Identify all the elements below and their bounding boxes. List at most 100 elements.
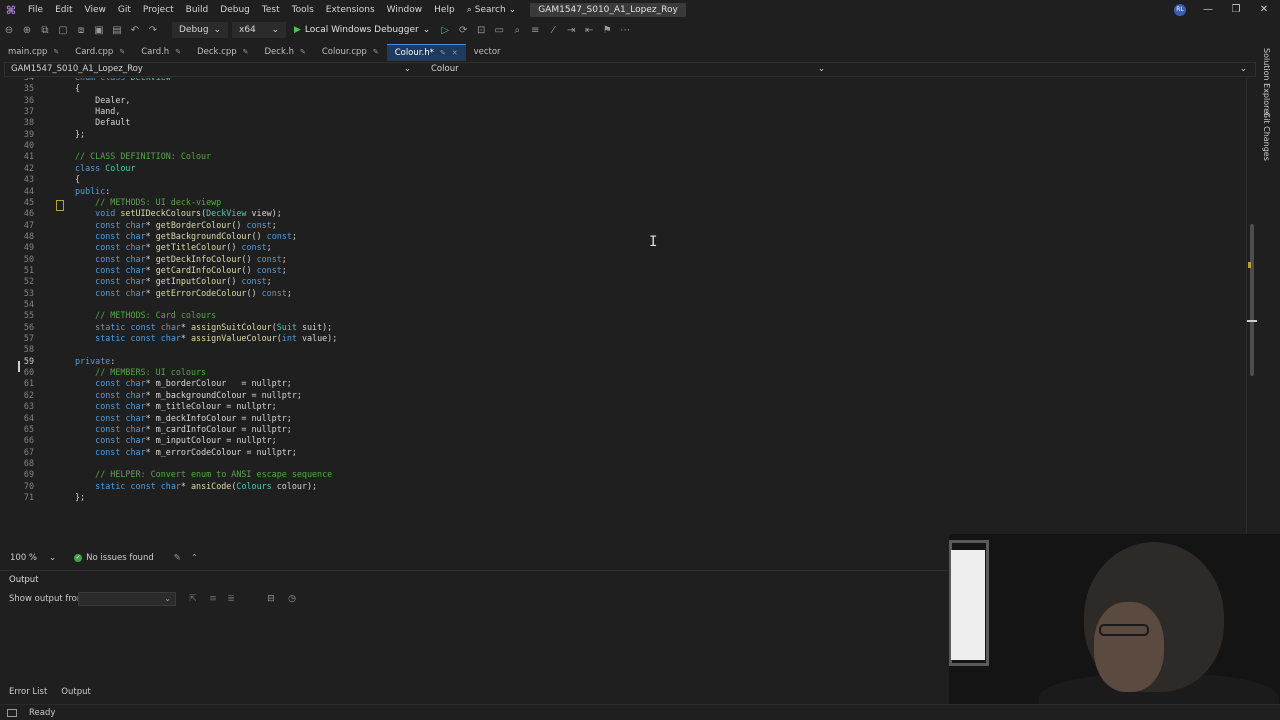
search-menu[interactable]: ⌕ Search ⌄	[461, 0, 523, 20]
scrollbar-thumb[interactable]	[1250, 224, 1254, 376]
code-line[interactable]: 51 const char* getCardInfoColour() const…	[4, 265, 1244, 276]
pin-icon[interactable]: ✎	[373, 44, 379, 61]
find-icon[interactable]: ⌕	[508, 21, 526, 39]
menu-item-tools[interactable]: Tools	[286, 0, 320, 20]
code-line[interactable]: 71};	[4, 492, 1244, 503]
next-message-icon[interactable]: ≣	[224, 592, 238, 606]
code-line[interactable]: 52 const char* getInputColour() const;	[4, 276, 1244, 287]
code-line[interactable]: 53 const char* getErrorCodeColour() cons…	[4, 288, 1244, 299]
code-line[interactable]: 43 {	[4, 174, 1244, 185]
code-text[interactable]: const char* getBorderColour() const;	[75, 220, 277, 231]
vertical-scrollbar[interactable]	[1246, 78, 1257, 550]
code-text[interactable]: // METHODS: UI deck-viewp	[75, 197, 221, 208]
code-line[interactable]: 44 public:	[4, 186, 1244, 197]
pin-icon[interactable]: ✎	[119, 44, 125, 61]
code-line[interactable]: 38 Default	[4, 117, 1244, 128]
forward-icon[interactable]: ⊕	[18, 21, 36, 39]
word-wrap-icon[interactable]: ◷	[285, 592, 299, 606]
new-item-icon[interactable]: ▢	[54, 21, 72, 39]
close-icon[interactable]: ✕	[1250, 0, 1278, 20]
attach-icon[interactable]: ⟳	[454, 21, 472, 39]
code-line[interactable]: 48 const char* getBackgroundColour() con…	[4, 231, 1244, 242]
menu-item-debug[interactable]: Debug	[214, 0, 256, 20]
camera-icon[interactable]: ⊡	[472, 21, 490, 39]
code-line[interactable]: 35 {	[4, 83, 1244, 94]
tab-colour-h[interactable]: Colour.h* ✎ ✕	[386, 44, 466, 62]
code-text[interactable]: const char* m_titleColour = nullptr;	[75, 401, 277, 412]
tab-colour-cpp[interactable]: Colour.cpp ✎	[314, 44, 387, 61]
minimize-icon[interactable]: —	[1194, 0, 1222, 20]
output-source-dropdown[interactable]: ⌄	[78, 592, 176, 606]
menu-item-window[interactable]: Window	[381, 0, 429, 20]
code-line[interactable]: 58	[4, 344, 1244, 355]
find-message-icon[interactable]: ⇱	[186, 592, 200, 606]
run-debugger-button[interactable]: ▶ Local Windows Debugger ⌄	[288, 25, 436, 35]
menu-item-test[interactable]: Test	[256, 0, 286, 20]
code-text[interactable]: Hand,	[75, 106, 120, 117]
menu-item-build[interactable]: Build	[180, 0, 215, 20]
brush-icon[interactable]: ✎	[174, 553, 181, 563]
undo-icon[interactable]: ↶	[126, 21, 144, 39]
code-text[interactable]: {	[75, 83, 80, 94]
code-text[interactable]: {	[75, 174, 80, 185]
avatar[interactable]: RL	[1174, 4, 1186, 16]
scope-dropdown[interactable]: Colour ⌄	[425, 63, 831, 76]
code-line[interactable]: 65 const char* m_cardInfoColour = nullpt…	[4, 424, 1244, 435]
project-dropdown[interactable]: GAM1547_S010_A1_Lopez_Roy ⌄	[5, 63, 417, 76]
menu-item-view[interactable]: View	[79, 0, 112, 20]
code-text[interactable]: Default	[75, 117, 130, 128]
git-changes-tab[interactable]: Git Changes	[1262, 112, 1271, 161]
tab-deck-h[interactable]: Deck.h ✎	[257, 44, 314, 61]
pin-icon[interactable]: ✎	[243, 44, 249, 61]
code-text[interactable]: const char* m_cardInfoColour = nullptr;	[75, 424, 292, 435]
code-text[interactable]: };	[75, 129, 85, 140]
code-text[interactable]: static const char* ansiCode(Colours colo…	[75, 481, 317, 492]
code-line[interactable]: 67 const char* m_errorCodeColour = nullp…	[4, 447, 1244, 458]
clear-all-icon[interactable]: ⊟	[264, 592, 278, 606]
code-text[interactable]: const char* getCardInfoColour() const;	[75, 265, 287, 276]
code-line[interactable]: 62 const char* m_backgroundColour = null…	[4, 390, 1244, 401]
tab-deck-cpp[interactable]: Deck.cpp ✎	[189, 44, 256, 61]
chevron-up-icon[interactable]: ⌃	[191, 553, 198, 563]
format-icon[interactable]: ≡	[526, 21, 544, 39]
code-text[interactable]: const char* getTitleColour() const;	[75, 242, 272, 253]
code-line[interactable]: 36 Dealer,	[4, 95, 1244, 106]
tab-card-cpp[interactable]: Card.cpp ✎	[67, 44, 133, 61]
code-text[interactable]: const char* m_deckInfoColour = nullptr;	[75, 413, 292, 424]
code-text[interactable]: const char* getDeckInfoColour() const;	[75, 254, 287, 265]
code-line[interactable]: 46 void setUIDeckColours(DeckView view);	[4, 208, 1244, 219]
code-text[interactable]: class Colour	[75, 163, 136, 174]
code-text[interactable]: const char* m_errorCodeColour = nullptr;	[75, 447, 297, 458]
new-project-icon[interactable]: ⧉	[36, 21, 54, 39]
code-line[interactable]: 63 const char* m_titleColour = nullptr;	[4, 401, 1244, 412]
code-text[interactable]: const char* m_backgroundColour = nullptr…	[75, 390, 302, 401]
pin-icon[interactable]: ✎	[440, 45, 446, 62]
menu-item-help[interactable]: Help	[428, 0, 461, 20]
code-line[interactable]: 66 const char* m_inputColour = nullptr;	[4, 435, 1244, 446]
code-text[interactable]: const char* getBackgroundColour() const;	[75, 231, 297, 242]
code-text[interactable]: // CLASS DEFINITION: Colour	[75, 151, 211, 162]
code-line[interactable]: 57 static const char* assignValueColour(…	[4, 333, 1244, 344]
menu-item-edit[interactable]: Edit	[49, 0, 78, 20]
code-line[interactable]: 40	[4, 140, 1244, 151]
code-line[interactable]: 69 // HELPER: Convert enum to ANSI escap…	[4, 469, 1244, 480]
save-all-icon[interactable]: ▤	[108, 21, 126, 39]
issues-indicator[interactable]: ✓ No issues found	[74, 553, 154, 563]
redo-icon[interactable]: ↷	[144, 21, 162, 39]
platform-dropdown[interactable]: x64 ⌄	[232, 22, 286, 38]
code-line[interactable]: 41 // CLASS DEFINITION: Colour	[4, 151, 1244, 162]
configuration-dropdown[interactable]: Debug ⌄	[172, 22, 228, 38]
code-line[interactable]: 45 // METHODS: UI deck-viewp	[4, 197, 1244, 208]
restore-icon[interactable]: ❐	[1222, 0, 1250, 20]
code-line[interactable]: 50 const char* getDeckInfoColour() const…	[4, 254, 1244, 265]
code-editor[interactable]: 34enum class DeckView35{36 Dealer,37 Han…	[4, 78, 1246, 550]
zoom-dropdown[interactable]: 100 % ⌄	[4, 553, 62, 563]
back-icon[interactable]: ⊖	[0, 21, 18, 39]
code-text[interactable]: private:	[75, 356, 115, 367]
pin-icon[interactable]: ✎	[175, 44, 181, 61]
window-icon[interactable]: ▭	[490, 21, 508, 39]
code-text[interactable]: static const char* assignSuitColour(Suit…	[75, 322, 332, 333]
code-line[interactable]: 56 static const char* assignSuitColour(S…	[4, 322, 1244, 333]
code-line[interactable]: 68	[4, 458, 1244, 469]
code-text[interactable]: const char* getInputColour() const;	[75, 276, 272, 287]
